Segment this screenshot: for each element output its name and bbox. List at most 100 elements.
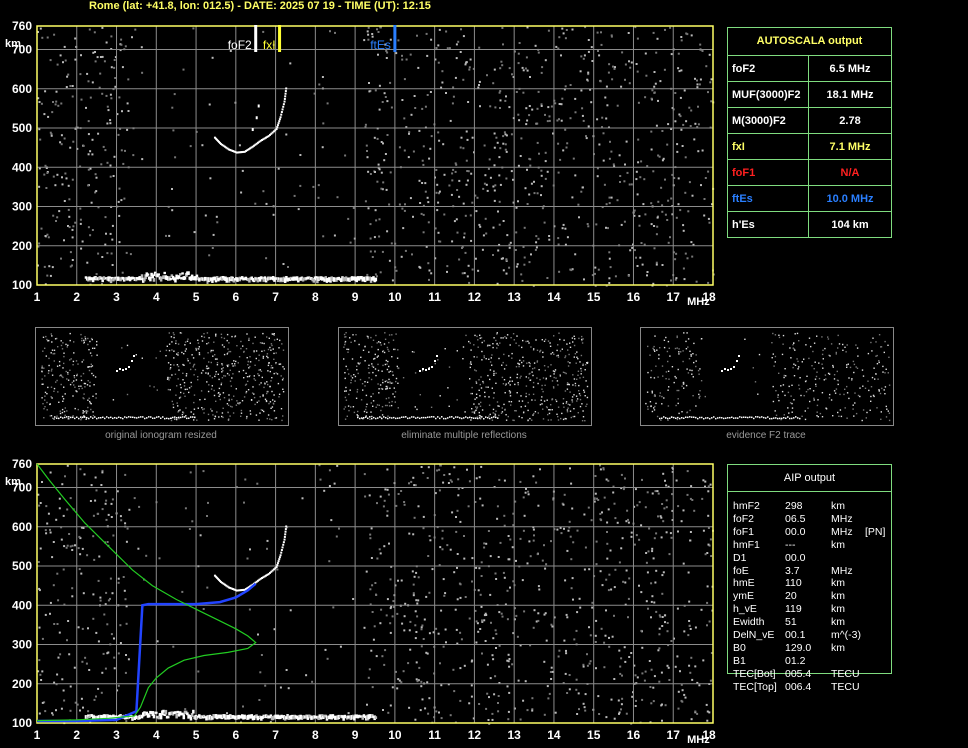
thumb-noise-dot (880, 418, 882, 420)
thumb-noise-dot (41, 397, 43, 399)
thumb-noise-dot (503, 379, 506, 381)
x-tick-label: 10 (388, 728, 402, 742)
thumb-noise-dot (183, 392, 185, 395)
thumb-noise-dot (90, 363, 92, 365)
thumb-noise-dot (357, 372, 359, 375)
thumb-noise-dot (583, 391, 586, 393)
thumb-noise-dot (354, 340, 356, 342)
thumb-noise-dot (215, 373, 217, 375)
thumb-noise-dot (226, 333, 229, 336)
thumb-noise-dot (475, 380, 477, 383)
thumb-noise-dot (212, 414, 214, 416)
thumb-noise-dot (248, 337, 250, 340)
thumb-noise-dot (224, 375, 227, 377)
thumb-es-dot (435, 417, 437, 420)
thumb-noise-dot (192, 413, 195, 415)
thumb-noise-dot (193, 363, 196, 366)
thumb-noise-dot (280, 375, 282, 377)
thumb-noise-dot (215, 334, 217, 336)
thumb-es-dot (132, 416, 134, 419)
thumb-noise-dot (471, 392, 473, 395)
thumb-noise-dot (492, 346, 494, 349)
thumb-noise-dot (481, 341, 483, 344)
thumb-noise-dot (434, 362, 436, 365)
thumb-noise-dot (774, 355, 777, 358)
thumb-noise-dot (348, 409, 350, 412)
thumb-noise-dot (196, 419, 198, 421)
thumb-noise-dot (852, 404, 854, 406)
thumb-es-dot (461, 417, 463, 420)
thumb-noise-dot (823, 379, 825, 381)
thumb-noise-dot (476, 335, 478, 338)
thumb-noise-dot (83, 339, 85, 342)
thumb-noise-dot (371, 365, 374, 367)
thumb-es-dot (138, 416, 140, 419)
thumb-noise-dot (89, 385, 91, 387)
thumb-noise-dot (862, 385, 864, 387)
thumb-noise-dot (248, 339, 250, 341)
thumb-es-dot (473, 417, 475, 419)
thumb-es-dot (743, 416, 745, 418)
thumb-noise-dot (281, 379, 284, 381)
thumb-noise-dot (397, 367, 399, 369)
thumb-noise-dot (579, 377, 581, 379)
thumb-noise-dot (198, 346, 200, 348)
thumb-noise-dot (546, 399, 548, 401)
thumb-noise-dot (250, 399, 253, 401)
thumb-noise-dot (172, 332, 175, 334)
thumb-es-dot (96, 417, 98, 420)
thumb-es-dot (429, 416, 431, 418)
thumb-noise-dot (218, 416, 220, 418)
thumb-noise-dot (531, 371, 533, 373)
thumb-noise-dot (183, 385, 186, 387)
thumb-noise-dot (51, 341, 53, 343)
thumb-noise-dot (382, 381, 384, 384)
thumb-noise-dot (491, 364, 493, 366)
thumb-noise-dot (364, 385, 366, 387)
f2-trace-point (251, 128, 254, 132)
thumb-es-dot (194, 416, 196, 419)
thumb-noise-dot (222, 367, 224, 369)
f2-trace-point (278, 120, 281, 123)
thumb-es-dot (102, 416, 104, 419)
thumb-noise-dot (572, 384, 574, 386)
thumb-noise-dot (356, 369, 358, 371)
thumb-noise-dot (853, 363, 856, 366)
thumb-noise-dot (343, 358, 345, 360)
thumb-noise-dot (375, 334, 377, 337)
thumb-noise-dot (64, 393, 66, 395)
thumb-noise-dot (193, 374, 195, 376)
thumb-noise-dot (509, 344, 511, 346)
thumb-f2-dot (122, 369, 124, 371)
thumb-noise-dot (479, 383, 481, 386)
autoscala-value: 18.1 MHz (808, 81, 891, 108)
thumb-noise-dot (357, 362, 359, 364)
autoscala-value: 2.78 (808, 107, 891, 134)
thumb-noise-dot (382, 350, 385, 352)
thumb-es-dot (120, 417, 122, 419)
thumb-noise-dot (255, 357, 257, 360)
thumb-noise-dot (218, 387, 221, 390)
x-tick-label: 1 (34, 728, 41, 742)
thumb-noise-dot (215, 371, 217, 373)
thumb-noise-dot (652, 347, 654, 350)
thumb-noise-dot (846, 392, 849, 394)
thumb-noise-dot (254, 336, 256, 338)
thumb-noise-dot (411, 351, 414, 353)
thumb-es-dot (190, 416, 192, 418)
thumb-noise-dot (582, 376, 585, 378)
thumb-noise-dot (51, 374, 54, 376)
thumb-es-dot (431, 416, 433, 418)
thumb-noise-dot (576, 378, 578, 380)
thumb-noise-dot (63, 362, 65, 365)
marker-label-fof2: foF2 (228, 38, 252, 52)
autoscala-label: h'Es (728, 211, 809, 237)
thumb-noise-dot (212, 355, 214, 357)
thumb-noise-dot (275, 362, 277, 365)
thumb-noise-dot (542, 390, 544, 393)
thumb-noise-dot (394, 348, 396, 351)
thumb-noise-dot (184, 388, 186, 391)
thumb-noise-dot (231, 335, 233, 338)
thumb-noise-dot (549, 345, 552, 347)
thumb-noise-dot (471, 408, 473, 410)
